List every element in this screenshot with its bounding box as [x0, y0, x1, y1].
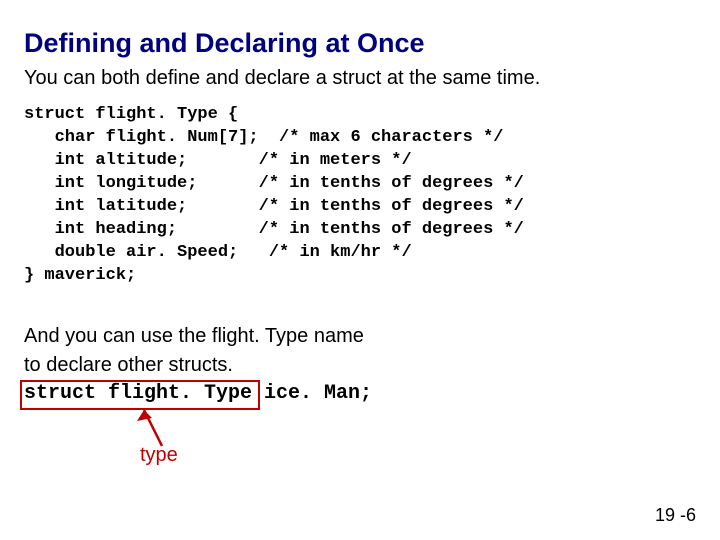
- declaration-wrap: struct flight. Type ice. Man; type: [24, 382, 372, 405]
- code-line: int longitude; /* in tenths of degrees *…: [24, 174, 524, 193]
- code-line: double air. Speed; /* in km/hr */: [24, 243, 412, 262]
- code-block: struct flight. Type { char flight. Num[7…: [24, 104, 696, 288]
- page-number: 19 -6: [655, 505, 696, 526]
- body-text-1: And you can use the flight. Type name: [24, 324, 696, 349]
- page-title: Defining and Declaring at Once: [24, 28, 696, 59]
- code-line: int latitude; /* in tenths of degrees */: [24, 197, 524, 216]
- code-line: int altitude; /* in meters */: [24, 151, 412, 170]
- code-line: char flight. Num[7]; /* max 6 characters…: [24, 128, 503, 147]
- code-line: struct flight. Type {: [24, 105, 238, 124]
- declaration-code: struct flight. Type ice. Man;: [24, 382, 372, 405]
- code-line: } maverick;: [24, 266, 136, 285]
- body-text-2: to declare other structs.: [24, 353, 696, 378]
- code-line: int heading; /* in tenths of degrees */: [24, 220, 524, 239]
- subtitle-text: You can both define and declare a struct…: [24, 67, 696, 90]
- type-label: type: [140, 444, 178, 467]
- arrow-icon: [134, 406, 174, 446]
